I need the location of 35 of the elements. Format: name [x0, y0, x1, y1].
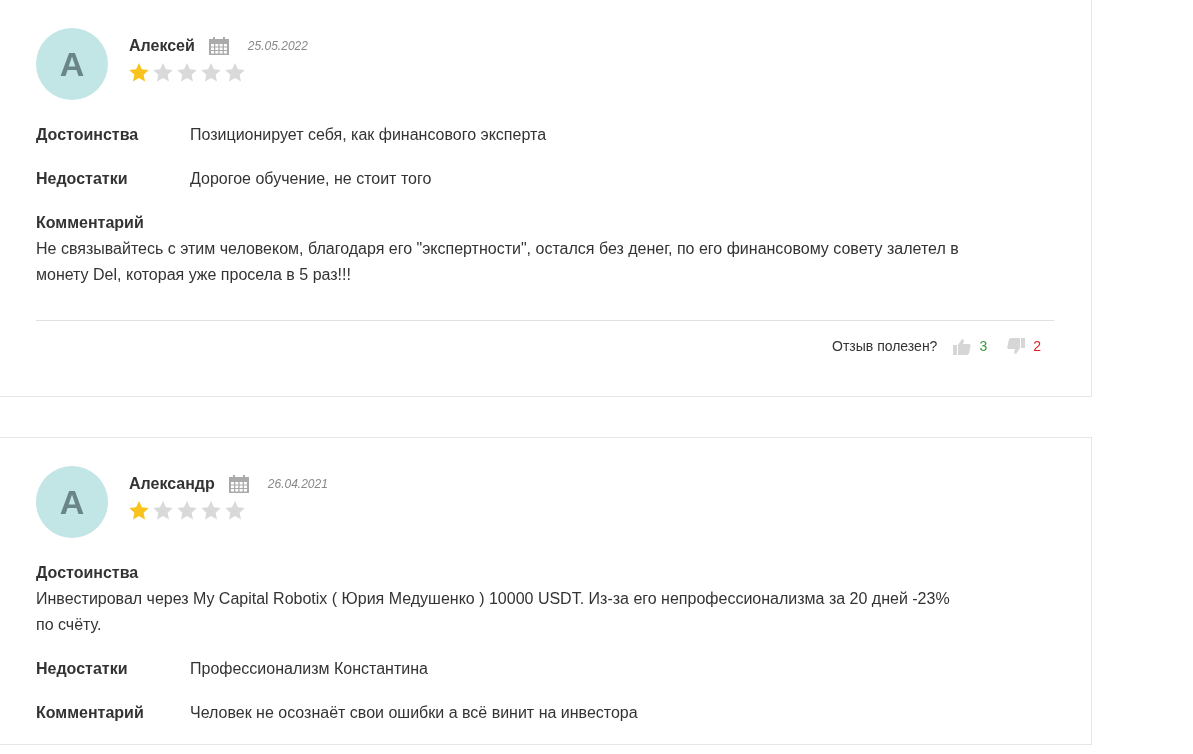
section-label: Комментарий	[36, 703, 145, 723]
dislike-count: 2	[1033, 338, 1041, 354]
section-text: Инвестировал через My Capital Robotix ( Юрия Медушенко ) 10000 USDT. Из-за его непрофессионализма за 20 дней -23% по счёту.	[36, 589, 951, 635]
author-name: Алексей	[129, 37, 195, 55]
like-count: 3	[979, 338, 988, 354]
helpful-question: Отзыв полезен?	[832, 338, 938, 354]
star-icon	[129, 63, 149, 82]
star-icon	[225, 501, 245, 520]
star-icon	[153, 63, 173, 82]
star-icon	[177, 501, 197, 520]
section-label: Достоинства	[36, 125, 140, 145]
calendar-icon	[208, 37, 229, 55]
section-text: Дорогое обучение, не стоит того	[190, 169, 432, 189]
section-text: Позиционирует себя, как финансового эксперта	[190, 125, 547, 145]
thumbs-up-icon[interactable]	[953, 337, 972, 355]
star-icon	[129, 501, 149, 520]
avatar: А	[36, 466, 108, 538]
star-icon	[201, 63, 221, 82]
star-icon	[177, 63, 197, 82]
section-label: Достоинства	[36, 563, 140, 583]
thumbs-down-icon[interactable]	[1007, 337, 1026, 355]
section-label: Комментарий	[36, 213, 145, 233]
star-icon	[225, 63, 245, 82]
section-text: Человек не осознаёт свои ошибки а всё винит на инвестора	[190, 703, 638, 723]
section-label: Недостатки	[36, 659, 129, 679]
review-date: 25.05.2022	[247, 39, 308, 53]
review-date: 26.04.2021	[267, 477, 328, 491]
calendar-icon	[228, 475, 249, 493]
star-icon	[153, 501, 173, 520]
section-text: Профессионализм Константина	[190, 659, 428, 679]
star-icon	[201, 501, 221, 520]
section-label: Недостатки	[36, 169, 129, 189]
author-name: Александр	[129, 475, 215, 493]
avatar: А	[36, 28, 108, 100]
section-text: Не связывайтесь с этим человеком, благодаря его "экспертности", остался без денег, по его финансовому совету залетел в монету Del, которая уже просела в 5 раз!!!	[36, 239, 960, 285]
